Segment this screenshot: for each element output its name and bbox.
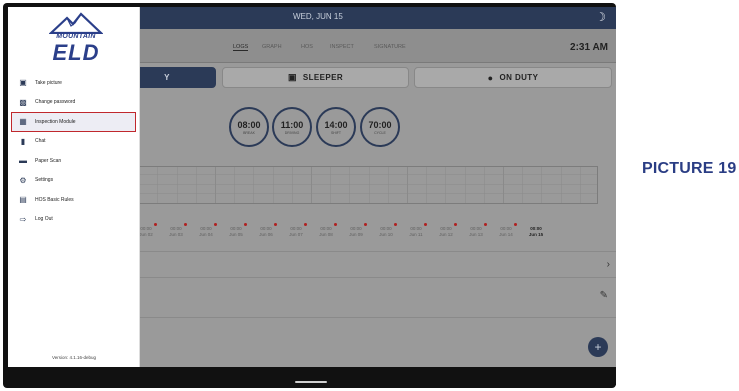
date-item[interactable]: 00:00 Jun 04: [193, 223, 219, 238]
date-item[interactable]: 00:00 Jun 05: [223, 223, 249, 238]
book-icon: ▤: [19, 195, 27, 205]
drawer-menu: ▣ Take picture ▩ Change password ▦ Inspe…: [8, 73, 140, 229]
timer-label: BREAK: [243, 131, 255, 135]
menu-item-change-password[interactable]: ▩ Change password: [8, 93, 140, 113]
tab-hos[interactable]: HOS: [301, 44, 313, 50]
driving-timer: 11:00 DRIVING: [272, 107, 312, 147]
date-strip: 00:00 Jun 02 00:00 Jun 03 00:00 Jun 04 00:0…: [133, 221, 613, 251]
log-graph-grid: [138, 166, 598, 204]
date-item[interactable]: 00:00 Jun 13: [463, 223, 489, 238]
stage: WED, JUN 15 ☽ LOGS GRAPH HOS INSPECT SIG…: [0, 0, 739, 391]
menu-item-hos-basic-rules[interactable]: ▤ HOS Basic Rules: [8, 190, 140, 210]
timer-value: 11:00: [280, 120, 304, 130]
menu-item-paper-scan[interactable]: ▬ Paper Scan: [8, 151, 140, 171]
menu-item-take-picture[interactable]: ▣ Take picture: [8, 73, 140, 93]
date-item[interactable]: 00:00 Jun 14: [493, 223, 519, 238]
inspection-icon: ▦: [19, 117, 27, 127]
menu-item-label: Paper Scan: [35, 157, 62, 164]
date-item-current[interactable]: 00:00 Jun 15: [523, 226, 549, 238]
menu-item-label: HOS Basic Rules: [35, 196, 74, 203]
home-indicator[interactable]: [295, 381, 327, 383]
date-item[interactable]: 00:00 Jun 12: [433, 223, 459, 238]
camera-icon: ▣: [19, 78, 27, 88]
logo-text-bottom: ELD: [52, 40, 100, 65]
menu-item-label: Inspection Module: [35, 118, 76, 125]
night-mode-icon[interactable]: ☽: [595, 10, 606, 24]
version-label: Version: 4.1.16-debug: [51, 355, 97, 360]
menu-item-label: Chat: [35, 138, 46, 145]
date-item[interactable]: 00:00 Jun 06: [253, 223, 279, 238]
edit-icon[interactable]: ✎: [600, 290, 608, 301]
shift-timer: 14:00 SHIFT: [316, 107, 356, 147]
date-item[interactable]: 00:00 Jun 03: [163, 223, 189, 238]
menu-item-inspection-module[interactable]: ▦ Inspection Module: [11, 112, 136, 132]
menu-item-label: Settings: [35, 177, 54, 184]
gear-icon: ⚙: [19, 175, 27, 185]
lock-icon: ▩: [19, 97, 27, 107]
date-item[interactable]: 00:00 Jun 10: [373, 223, 399, 238]
tab-signature[interactable]: SIGNATURE: [374, 44, 406, 50]
timer-value: 08:00: [237, 120, 261, 130]
timer-label: DRIVING: [284, 131, 300, 135]
timer-label: SHIFT: [330, 131, 342, 135]
scanner-icon: ▬: [19, 156, 27, 166]
navigation-drawer: MOUNTAIN ELD ▣ Take picture ▩ Change pas…: [8, 7, 140, 367]
add-button[interactable]: +: [588, 337, 608, 357]
date-item[interactable]: 00:00 Jun 08: [313, 223, 339, 238]
timer-label: CYCLE: [374, 131, 386, 135]
cycle-timer: 70:00 CYCLE: [360, 107, 400, 147]
status-button-label: Y: [164, 73, 170, 82]
date-item[interactable]: 00:00 Jun 09: [343, 223, 369, 238]
menu-item-label: Change password: [35, 99, 76, 106]
tab-graph[interactable]: GRAPH: [262, 44, 282, 50]
clock-label: 2:31 AM: [570, 42, 608, 53]
timer-value: 70:00: [368, 120, 392, 130]
menu-item-chat[interactable]: ▮ Chat: [8, 132, 140, 152]
tablet-frame: WED, JUN 15 ☽ LOGS GRAPH HOS INSPECT SIG…: [3, 3, 616, 388]
status-button-label: SLEEPER: [302, 73, 344, 82]
person-icon: ●: [487, 72, 494, 83]
picture-caption: PICTURE 19: [642, 160, 737, 177]
chevron-right-icon[interactable]: ›: [607, 259, 610, 270]
status-button-sleeper[interactable]: ▣ SLEEPER: [222, 67, 409, 88]
date-item[interactable]: 00:00 Jun 07: [283, 223, 309, 238]
tab-logs[interactable]: LOGS: [233, 44, 249, 51]
menu-item-settings[interactable]: ⚙ Settings: [8, 171, 140, 191]
status-button-on-duty[interactable]: ● ON DUTY: [414, 67, 612, 88]
break-timer: 08:00 BREAK: [229, 107, 269, 147]
mountain-eld-logo: MOUNTAIN ELD: [46, 12, 106, 72]
app-screen: WED, JUN 15 ☽ LOGS GRAPH HOS INSPECT SIG…: [8, 7, 616, 367]
logo-text-top: MOUNTAIN: [56, 33, 96, 40]
menu-item-label: Take picture: [35, 79, 62, 86]
menu-item-label: Log Out: [35, 216, 53, 223]
logout-icon: ⇨: [19, 214, 27, 224]
date-label: WED, JUN 15: [293, 12, 343, 21]
status-button-label: ON DUTY: [499, 73, 539, 82]
date-item[interactable]: 00:00 Jun 11: [403, 223, 429, 238]
menu-item-log-out[interactable]: ⇨ Log Out: [8, 210, 140, 230]
bed-icon: ▣: [287, 72, 297, 82]
mountain-logo-icon: [49, 12, 103, 34]
timer-value: 14:00: [324, 120, 348, 130]
chat-icon: ▮: [20, 136, 26, 146]
tab-inspect[interactable]: INSPECT: [330, 44, 354, 50]
